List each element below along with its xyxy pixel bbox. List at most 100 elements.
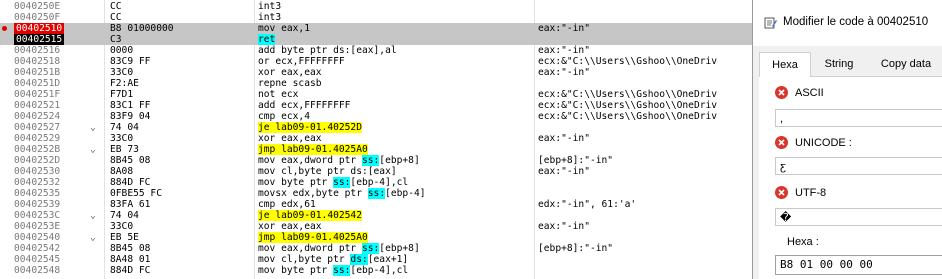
row-address: 0040251B — [14, 67, 61, 78]
row-address: 00402529 — [14, 133, 61, 144]
ascii-label: ASCII — [795, 87, 824, 99]
disasm-row[interactable]: 00402545 8A48 01 mov cl,byte ptr ds:[eax+1… — [0, 254, 760, 265]
row-address: 0040253E — [14, 221, 61, 232]
disasm-row[interactable]: 00402529 33C0 xor eax,eax eax:"-in" — [0, 133, 760, 144]
ascii-field[interactable]: , — [775, 109, 942, 127]
row-address: 0040252D — [14, 155, 61, 166]
row-comment: ecx:&"C:\\Users\\Gshoo\\OneDriv — [538, 56, 718, 67]
disasm-row[interactable]: 00402535 0FBE55 FC movsx edx,byte ptr ss:[… — [0, 188, 760, 199]
unicode-field[interactable]: ƹ — [775, 157, 942, 175]
disasm-row[interactable]: 00402530 8A08 mov cl,byte ptr ds:[eax] eax:… — [0, 166, 760, 177]
disasm-row[interactable]: 0040252D 8B45 08 mov eax,dword ptr ss:[ebp… — [0, 155, 760, 166]
disasm-row[interactable]: 0040252B ⌄ EB 73 jmp lab09-01.4025A0 — [0, 144, 760, 155]
row-comment: edx:"-in", 61:'a' — [538, 199, 637, 210]
utf8-label: UTF-8 — [795, 187, 827, 199]
row-instruction: mov eax,1 — [258, 23, 538, 34]
row-comment: [ebp+8]:"-in" — [538, 243, 614, 254]
row-bytes: CC — [110, 12, 122, 23]
row-instruction: cmp edx,61 — [258, 199, 538, 210]
row-address: 00402539 — [14, 199, 61, 210]
row-comment: eax:"-in" — [538, 166, 590, 177]
disasm-row[interactable]: 00402518 83C9 FF or ecx,FFFFFFFF ecx:&"C:\\… — [0, 56, 760, 67]
disasm-row[interactable]: 00402527 ⌄ 74 04 je lab09-01.40252D — [0, 122, 760, 133]
row-bytes: 33C0 — [110, 221, 134, 232]
row-instruction: mov eax,dword ptr ss:[ebp+8] — [258, 155, 538, 166]
disasm-row[interactable]: 00402515 C3 ret — [0, 34, 760, 45]
row-address: 00402524 — [14, 111, 61, 122]
hexa-input[interactable]: B8 01 00 00 00 — [775, 255, 942, 275]
row-instruction: xor eax,eax — [258, 67, 538, 78]
row-bytes: 884D FC — [110, 265, 151, 276]
disassembly-view[interactable]: 0040250E CC int3 0040250F CC int3 00402510 B8 0… — [0, 0, 760, 279]
disasm-row[interactable]: 00402521 83C1 FF add ecx,FFFFFFFF ecx:&"C:\… — [0, 100, 760, 111]
row-comment — [538, 210, 760, 221]
unicode-label: UNICODE : — [795, 137, 852, 149]
row-comment — [538, 265, 760, 276]
row-bytes: F7D1 — [110, 89, 134, 100]
tab-hexa[interactable]: Hexa — [759, 52, 811, 77]
disasm-row[interactable]: 00402539 83FA 61 cmp edx,61 edx:"-in", 61:'… — [0, 199, 760, 210]
row-bytes: 8A48 01 — [110, 254, 151, 265]
disasm-row[interactable]: 00402540 ⌄ EB 5E jmp lab09-01.4025A0 — [0, 232, 760, 243]
row-instruction: movsx edx,byte ptr ss:[ebp-4] — [258, 188, 538, 199]
row-bytes: EB 73 — [110, 144, 139, 155]
disasm-row[interactable]: 0040250F CC int3 — [0, 12, 760, 23]
row-bytes: 33C0 — [110, 67, 134, 78]
utf8-field[interactable]: � — [775, 208, 942, 226]
disasm-row[interactable]: 00402510 B8 01000000 mov eax,1 eax:"-in" — [0, 23, 760, 34]
instruction-mnemonic: jmp — [258, 232, 276, 243]
instruction-operand: byte ptr — [275, 177, 334, 188]
instruction-operand: ecx,FFFFFFFF — [269, 56, 345, 67]
row-comment — [538, 122, 760, 133]
instruction-mnemonic: je — [258, 210, 270, 221]
row-instruction: add ecx,FFFFFFFF — [258, 100, 538, 111]
row-address: 00402516 — [14, 45, 61, 56]
disasm-row[interactable]: 00402548 884D FC mov byte ptr ss:[ebp-4],c… — [0, 265, 760, 276]
disasm-row[interactable]: 00402524 83F9 04 cmp ecx,4 ecx:&"C:\\Users\… — [0, 111, 760, 122]
row-address: 0040250E — [14, 1, 61, 12]
instruction-operand: [ebp-4],cl — [350, 177, 409, 188]
disasm-row[interactable]: 00402516 0000 add byte ptr ds:[eax],al eax:… — [0, 45, 760, 56]
row-address: 00402535 — [14, 188, 61, 199]
disasm-row[interactable]: 0040253E 33C0 xor eax,eax eax:"-in" — [0, 221, 760, 232]
instruction-operand: eax,dword ptr — [275, 155, 362, 166]
disasm-row[interactable]: 0040251F F7D1 not ecx ecx:&"C:\\Users\\Gsho… — [0, 89, 760, 100]
row-address: 00402548 — [14, 265, 61, 276]
row-comment — [538, 78, 760, 89]
instruction-mnemonic: mov — [258, 265, 276, 276]
instruction-operand: ds: — [350, 254, 368, 265]
instruction-operand: [ebp-4] — [385, 188, 426, 199]
instruction-mnemonic: cmp — [258, 111, 276, 122]
disasm-row[interactable]: 0040250E CC int3 — [0, 1, 760, 12]
row-instruction: mov cl,byte ptr ds:[eax+1] — [258, 254, 538, 265]
row-comment — [538, 1, 760, 12]
row-address: 0040251D — [14, 78, 61, 89]
row-bytes: 8B45 08 — [110, 155, 151, 166]
instruction-mnemonic: mov — [258, 254, 276, 265]
row-comment: eax:"-in" — [538, 67, 590, 78]
row-address: 00402542 — [14, 243, 61, 254]
row-address: 00402510 — [14, 23, 65, 34]
instruction-mnemonic: xor — [258, 67, 276, 78]
disasm-row[interactable]: 00402532 884D FC mov byte ptr ss:[ebp-4],c… — [0, 177, 760, 188]
instruction-operand: ss: — [367, 188, 386, 199]
row-instruction: or ecx,FFFFFFFF — [258, 56, 538, 67]
disasm-row[interactable]: 0040253C ⌄ 74 04 je lab09-01.402542 — [0, 210, 760, 221]
instruction-operand: lab09-01.40252D — [269, 122, 362, 133]
instruction-mnemonic: mov — [258, 243, 276, 254]
instruction-operand: [eax+1] — [367, 254, 409, 265]
tab-copy-data[interactable]: Copy data — [869, 52, 942, 76]
row-comment: eax:"-in" — [538, 23, 590, 34]
breakpoint-marker[interactable] — [2, 26, 7, 31]
instruction-operand: ecx,FFFFFFFF — [275, 100, 351, 111]
instruction-operand: ecx,4 — [275, 111, 310, 122]
instruction-operand: byte ptr — [275, 265, 334, 276]
disasm-row[interactable]: 0040251D F2:AE repne scasb — [0, 78, 760, 89]
instruction-mnemonic: mov — [258, 166, 276, 177]
row-bytes: F2:AE — [110, 78, 139, 89]
row-address: 00402518 — [14, 56, 61, 67]
disasm-row[interactable]: 00402542 8B45 08 mov eax,dword ptr ss:[ebp… — [0, 243, 760, 254]
tab-string[interactable]: String — [815, 52, 863, 76]
disasm-row[interactable]: 0040251B 33C0 xor eax,eax eax:"-in" — [0, 67, 760, 78]
dialog-titlebar[interactable]: Modifier le code à 00402510 — [753, 0, 942, 46]
